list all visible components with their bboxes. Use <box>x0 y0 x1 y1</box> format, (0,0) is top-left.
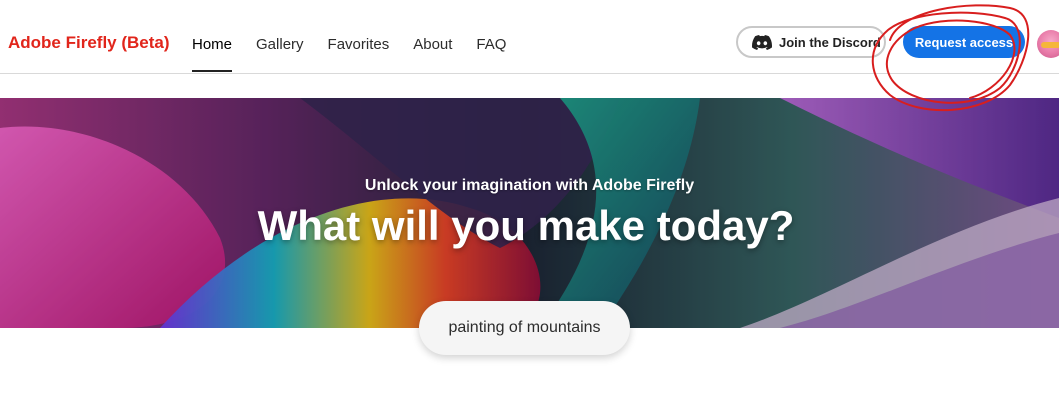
join-discord-label: Join the Discord <box>779 34 881 50</box>
nav-about[interactable]: About <box>413 36 452 53</box>
top-header: Adobe Firefly (Beta) Home Gallery Favori… <box>0 0 1059 74</box>
hero-subtitle: Unlock your imagination with Adobe Firef… <box>364 177 695 194</box>
nav-gallery[interactable]: Gallery <box>256 36 304 53</box>
nav-home[interactable]: Home <box>192 36 233 72</box>
user-avatar[interactable] <box>1037 30 1059 58</box>
join-discord-button[interactable]: Join the Discord <box>736 26 886 58</box>
prompt-suggestion-pill[interactable]: painting of mountains <box>419 301 630 355</box>
nav-favorites[interactable]: Favorites <box>328 36 390 53</box>
request-access-button[interactable]: Request access <box>903 26 1025 58</box>
nav-faq[interactable]: FAQ <box>476 36 506 53</box>
hero-title: What will you make today? <box>257 202 795 249</box>
main-nav: Home Gallery Favorites About FAQ <box>192 36 530 72</box>
hero-banner: Unlock your imagination with Adobe Firef… <box>0 98 1059 328</box>
discord-icon <box>752 34 772 50</box>
brand-logo-text[interactable]: Adobe Firefly (Beta) <box>8 33 170 53</box>
